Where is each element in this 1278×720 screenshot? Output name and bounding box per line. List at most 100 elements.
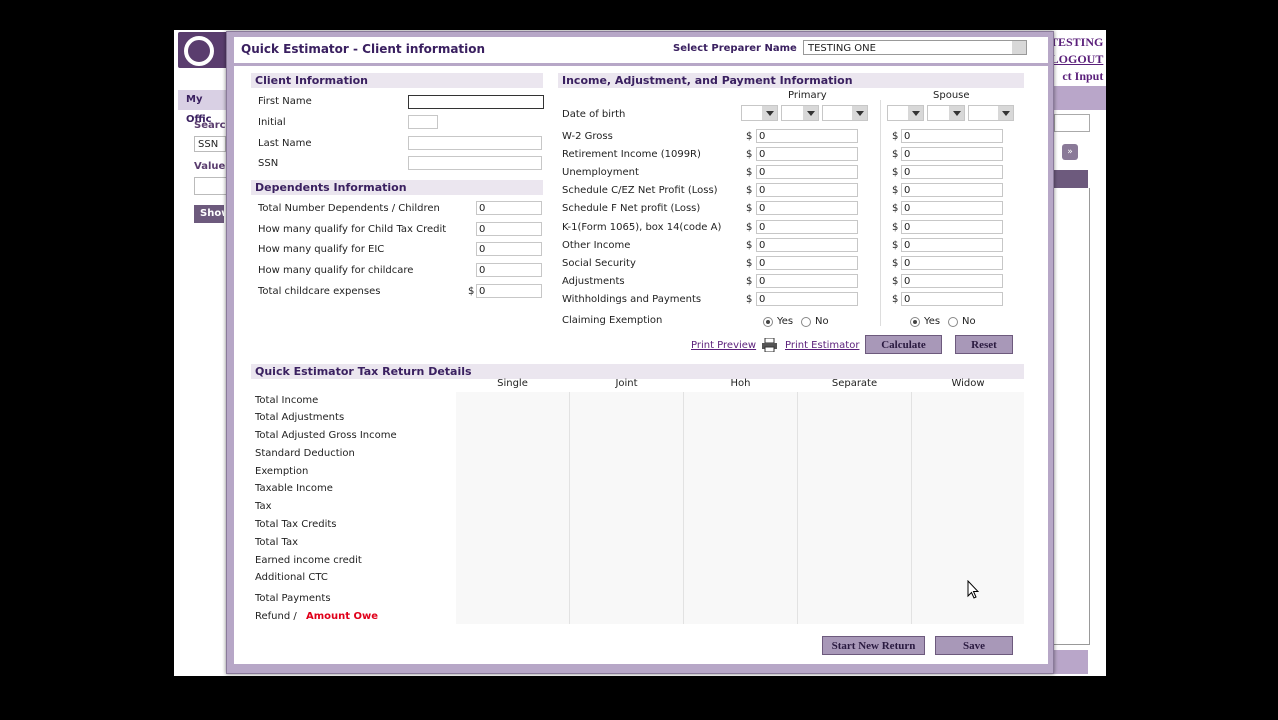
select-input-link[interactable]: ct Input <box>1050 68 1103 85</box>
separate-column <box>798 392 912 624</box>
ctc-qualify-input[interactable]: 0 <box>476 222 542 236</box>
save-button[interactable]: Save <box>935 636 1013 655</box>
column-header-hoh: Hoh <box>730 378 751 389</box>
spouse-exemption-no-radio[interactable] <box>948 317 958 327</box>
primary-amount-input[interactable]: 0 <box>756 274 858 288</box>
currency-symbol: $ <box>892 222 899 233</box>
dependents-label: Total Number Dependents / Children <box>258 203 440 214</box>
user-name-link[interactable]: TESTING <box>1050 34 1103 51</box>
dependents-input[interactable]: 0 <box>476 201 542 215</box>
spouse-amount-input[interactable]: 0 <box>901 129 1003 143</box>
column-header-separate: Separate <box>831 378 878 389</box>
spouse-amount-input[interactable]: 0 <box>901 183 1003 197</box>
income-row-label: Schedule F Net profit (Loss) <box>562 203 701 214</box>
chevron-down-icon <box>908 106 923 120</box>
income-row-label: K-1(Form 1065), box 14(code A) <box>562 222 722 233</box>
dependents-header: Dependents Information <box>251 180 543 195</box>
spouse-amount-input[interactable]: 0 <box>901 147 1003 161</box>
primary-amount-input[interactable]: 0 <box>756 165 858 179</box>
primary-no-label: No <box>815 316 829 327</box>
value-input[interactable] <box>194 177 228 195</box>
chevron-down-icon <box>949 106 964 120</box>
top-right-links: TESTING LOGOUT ct Input <box>1050 34 1103 85</box>
childcare-expenses-input[interactable]: 0 <box>476 284 542 298</box>
refund-label: Refund / <box>255 611 297 622</box>
primary-label: Primary <box>788 90 827 101</box>
spouse-exemption-yes-radio[interactable] <box>910 317 920 327</box>
detail-row-label: Total Payments <box>255 593 331 604</box>
spouse-amount-input[interactable]: 0 <box>901 220 1003 234</box>
childcare-qualify-input[interactable]: 0 <box>476 263 542 277</box>
primary-dob-month-select[interactable] <box>741 105 778 121</box>
primary-amount-input[interactable]: 0 <box>756 256 858 270</box>
chevron-down-icon[interactable] <box>1012 41 1026 54</box>
spouse-amount-input[interactable]: 0 <box>901 201 1003 215</box>
primary-exemption-no-radio[interactable] <box>801 317 811 327</box>
detail-row-label: Total Adjustments <box>255 412 345 423</box>
background-dropdown[interactable] <box>1054 114 1090 132</box>
primary-dob-day-select[interactable] <box>781 105 819 121</box>
primary-dob-year-select[interactable] <box>822 105 868 121</box>
search-type-select[interactable]: SSN <box>194 136 226 152</box>
childcare-currency: $ <box>468 286 475 297</box>
income-row-label: Unemployment <box>562 167 639 178</box>
ssn-label: SSN <box>258 158 279 169</box>
income-row-label: W-2 Gross <box>562 131 613 142</box>
spouse-dob-month-select[interactable] <box>887 105 924 121</box>
income-row-label: Schedule C/EZ Net Profit (Loss) <box>562 185 718 196</box>
primary-amount-input[interactable]: 0 <box>756 183 858 197</box>
childcare-expenses-label: Total childcare expenses <box>258 286 381 297</box>
print-preview-link[interactable]: Print Preview <box>691 340 756 351</box>
primary-amount-input[interactable]: 0 <box>756 292 858 306</box>
spouse-amount-input[interactable]: 0 <box>901 292 1003 306</box>
currency-symbol: $ <box>746 203 753 214</box>
primary-amount-input[interactable]: 0 <box>756 238 858 252</box>
primary-amount-input[interactable]: 0 <box>756 201 858 215</box>
ssn-input[interactable] <box>408 156 542 170</box>
print-estimator-link[interactable]: Print Estimator <box>785 340 859 351</box>
spouse-amount-input[interactable]: 0 <box>901 165 1003 179</box>
logout-link[interactable]: LOGOUT <box>1050 51 1104 68</box>
spouse-amount-input[interactable]: 0 <box>901 274 1003 288</box>
printer-icon[interactable] <box>762 337 777 353</box>
reset-button[interactable]: Reset <box>955 335 1013 354</box>
spouse-dob-day-select[interactable] <box>927 105 965 121</box>
income-row-label: Withholdings and Payments <box>562 294 702 305</box>
fast-forward-icon[interactable]: » <box>1062 144 1078 160</box>
eic-qualify-input[interactable]: 0 <box>476 242 542 256</box>
my-office-tab[interactable]: My Offic <box>178 90 230 125</box>
mouse-cursor-icon <box>967 579 980 602</box>
primary-amount-input[interactable]: 0 <box>756 147 858 161</box>
eic-qualify-label: How many qualify for EIC <box>258 244 385 255</box>
last-name-input[interactable] <box>408 136 542 150</box>
spouse-amount-input[interactable]: 0 <box>901 238 1003 252</box>
currency-symbol: $ <box>746 240 753 251</box>
currency-symbol: $ <box>892 149 899 160</box>
initial-input[interactable] <box>408 115 438 129</box>
first-name-input[interactable] <box>408 95 544 109</box>
currency-symbol: $ <box>746 222 753 233</box>
primary-exemption-yes-radio[interactable] <box>763 317 773 327</box>
column-header-single: Single <box>497 378 528 389</box>
dob-label: Date of birth <box>562 109 626 120</box>
client-info-header: Client Information <box>251 73 543 88</box>
primary-amount-input[interactable]: 0 <box>756 220 858 234</box>
dialog-title: Quick Estimator - Client information <box>241 42 486 56</box>
currency-symbol: $ <box>892 276 899 287</box>
currency-symbol: $ <box>746 167 753 178</box>
single-column <box>456 392 570 624</box>
start-new-return-button[interactable]: Start New Return <box>822 636 925 655</box>
preparer-select[interactable]: TESTING ONE <box>803 40 1027 55</box>
header-band <box>1052 86 1106 110</box>
primary-amount-input[interactable]: 0 <box>756 129 858 143</box>
currency-symbol: $ <box>892 258 899 269</box>
chevron-down-icon <box>852 106 867 120</box>
income-row-label: Other Income <box>562 240 631 251</box>
show-button[interactable]: Show <box>194 205 230 223</box>
calculate-button[interactable]: Calculate <box>865 335 942 354</box>
currency-symbol: $ <box>892 167 899 178</box>
income-row-label: Social Security <box>562 258 636 269</box>
search-label: Searc <box>194 120 226 131</box>
spouse-amount-input[interactable]: 0 <box>901 256 1003 270</box>
spouse-dob-year-select[interactable] <box>968 105 1014 121</box>
